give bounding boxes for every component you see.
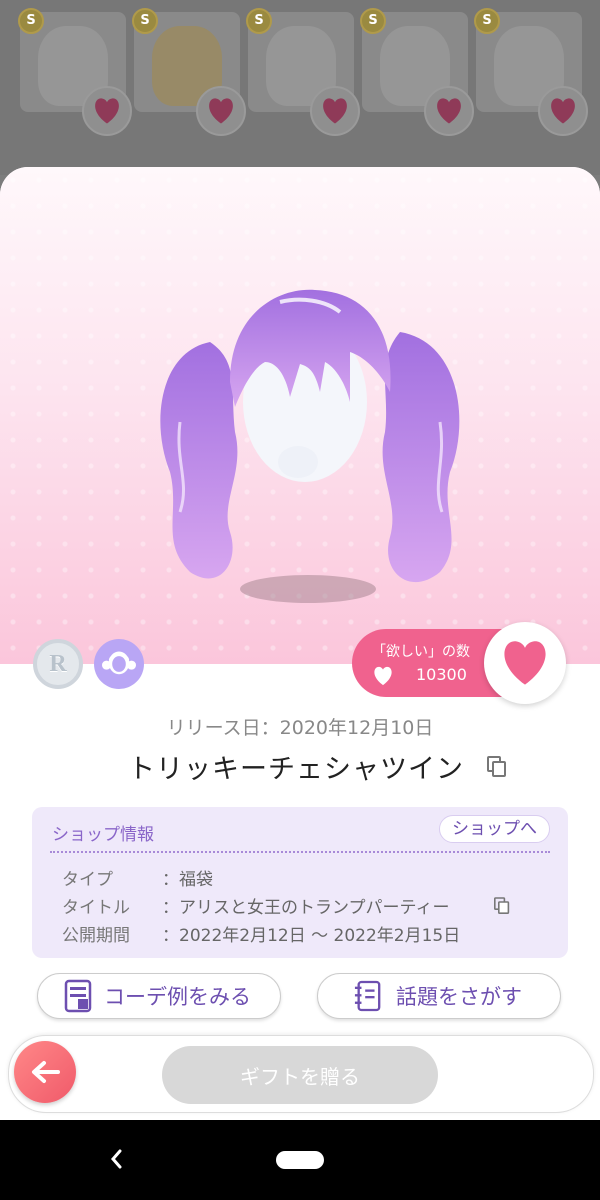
shop-row-period: 公開期間 ：2022年2月12日 ～ 2022年2月15日 — [62, 926, 461, 946]
heart-icon — [374, 666, 392, 686]
coin-icon: S — [246, 8, 272, 34]
heart-icon — [437, 98, 461, 124]
send-gift-button[interactable]: ギフトを贈る — [162, 1046, 438, 1104]
coordinate-icon — [64, 979, 92, 1013]
shop-info-title: ショップ情報 — [52, 825, 154, 845]
heart-icon — [504, 641, 546, 685]
heart-button[interactable] — [424, 86, 474, 136]
item-name: トリッキーチェシャツイン — [128, 754, 464, 785]
heart-icon — [323, 98, 347, 124]
heart-button[interactable] — [310, 86, 360, 136]
bg-item-card[interactable]: S — [18, 8, 132, 136]
arrow-left-icon — [32, 1061, 60, 1083]
background-item-grid: S S S S S — [0, 0, 600, 175]
want-label: 「欲しい」の数 — [372, 644, 470, 660]
coin-icon: S — [360, 8, 386, 34]
back-button[interactable] — [14, 1041, 76, 1103]
search-topics-label: 話題をさがす — [396, 985, 522, 1009]
shop-row-type: タイプ ：福袋 — [62, 870, 213, 890]
nav-home-button[interactable] — [276, 1151, 324, 1169]
item-preview-area — [0, 167, 600, 664]
heart-button[interactable] — [82, 86, 132, 136]
copy-icon[interactable] — [494, 897, 510, 915]
bg-item-card[interactable]: S — [246, 8, 360, 136]
purple-twin-tail-hair-image — [160, 289, 460, 583]
nav-back-icon[interactable] — [108, 1148, 124, 1170]
bg-item-card[interactable]: S — [132, 8, 246, 136]
bg-item-card[interactable]: S — [474, 8, 588, 136]
coordinate-examples-label: コーデ例をみる — [104, 985, 251, 1009]
want-heart-button[interactable] — [484, 622, 566, 704]
item-detail-sheet: R 「欲しい」の数 10300 リリース日：2020年12月10日 トリッキーチ… — [0, 167, 600, 1120]
notebook-icon — [354, 980, 381, 1012]
heart-button[interactable] — [538, 86, 588, 136]
rarity-badge: R — [33, 639, 83, 689]
shop-row-title: タイトル ：アリスと女王のトランプパーティー — [62, 898, 450, 918]
copy-icon[interactable] — [487, 756, 507, 778]
coin-icon: S — [474, 8, 500, 34]
coordinate-examples-button[interactable]: コーデ例をみる — [37, 973, 281, 1019]
release-date: リリース日：2020年12月10日 — [166, 717, 434, 739]
search-topics-button[interactable]: 話題をさがす — [317, 973, 561, 1019]
system-navigation-bar — [0, 1120, 600, 1200]
dotted-divider — [50, 851, 550, 853]
coin-icon: S — [18, 8, 44, 34]
hair-icon — [94, 639, 144, 689]
heart-button[interactable] — [196, 86, 246, 136]
heart-icon — [209, 98, 233, 124]
heart-icon — [95, 98, 119, 124]
heart-icon — [551, 98, 575, 124]
want-count: 10300 — [416, 665, 467, 684]
shop-info-box: ショップ情報 ショップへ タイプ ：福袋 タイトル ：アリスと女王のトランプパーティ… — [32, 807, 568, 958]
coin-icon: S — [132, 8, 158, 34]
go-to-shop-button[interactable]: ショップへ — [439, 815, 550, 843]
bg-item-card[interactable]: S — [360, 8, 474, 136]
item-shadow — [240, 575, 376, 603]
